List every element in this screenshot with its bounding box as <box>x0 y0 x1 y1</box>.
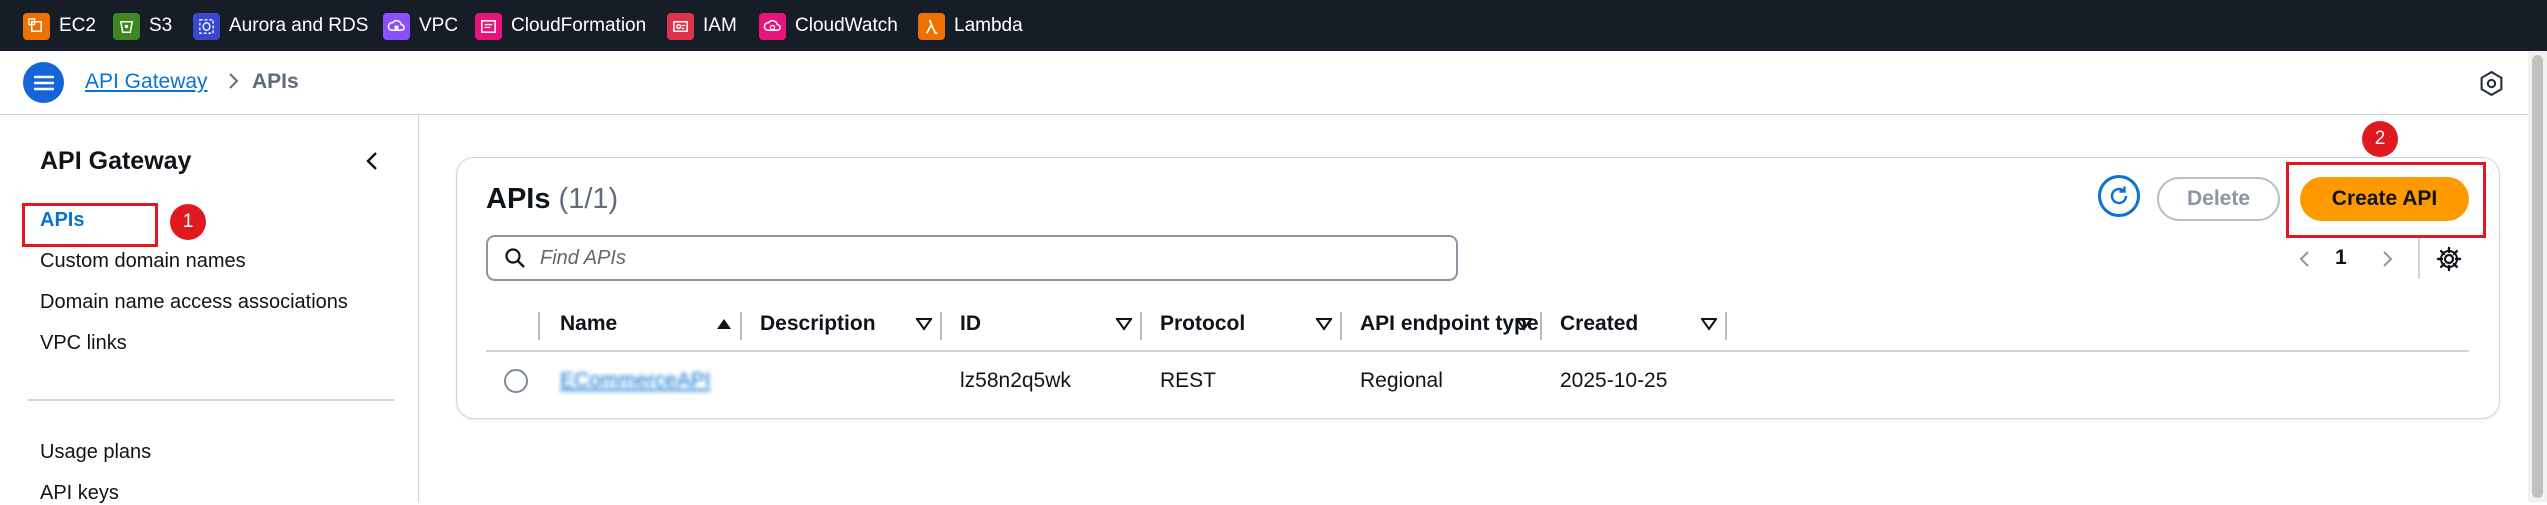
ec2-icon <box>23 12 50 40</box>
api-name-link[interactable]: ECommerceAPI <box>560 369 711 393</box>
service-label: VPC <box>419 15 459 36</box>
annotation-box-2 <box>2286 162 2486 238</box>
breadcrumb-api-gateway[interactable]: API Gateway <box>85 70 208 94</box>
column-header-name[interactable]: Name <box>560 298 617 350</box>
column-separator <box>1725 312 1727 340</box>
row-select-radio[interactable] <box>504 369 528 393</box>
collapse-sidebar-icon[interactable] <box>360 148 386 174</box>
table-count: (1/1) <box>558 183 619 215</box>
sidebar-item-domain-name-access-associations[interactable]: Domain name access associations <box>40 291 348 314</box>
iam-icon <box>667 12 694 40</box>
service-label: CloudFormation <box>511 15 647 36</box>
service-cloudwatch[interactable]: CloudWatch <box>759 12 898 40</box>
service-label: S3 <box>149 15 173 36</box>
service-label: Aurora and RDS <box>229 15 369 36</box>
gear-icon[interactable] <box>2436 246 2462 272</box>
s3-icon <box>113 12 140 40</box>
cell-created: 2025-10-25 <box>1560 369 1668 392</box>
sort-descending-icon[interactable] <box>916 317 932 331</box>
sort-descending-icon[interactable] <box>1316 317 1332 331</box>
cell-id: lz58n2q5wk <box>960 369 1071 392</box>
sidebar-title: API Gateway <box>40 147 192 175</box>
service-ec2[interactable]: EC2 <box>23 12 96 40</box>
sidebar-item-custom-domain-names[interactable]: Custom domain names <box>40 250 246 273</box>
delete-button[interactable]: Delete <box>2157 177 2280 221</box>
service-cloudformation[interactable]: CloudFormation <box>475 12 646 40</box>
annotation-marker-1: 1 <box>170 204 206 240</box>
service-s3[interactable]: S3 <box>113 12 172 40</box>
service-rds[interactable]: Aurora and RDS <box>193 12 368 40</box>
column-separator <box>538 312 540 340</box>
next-page-icon[interactable] <box>2377 248 2397 270</box>
page-scrollbar[interactable] <box>2528 51 2547 502</box>
annotation-box-1 <box>22 203 158 247</box>
service-label: CloudWatch <box>795 15 898 36</box>
scrollbar-thumb[interactable] <box>2532 55 2543 498</box>
column-separator <box>1540 312 1542 340</box>
pagination-divider <box>2418 237 2420 279</box>
column-header-created[interactable]: Created <box>1560 298 1638 350</box>
sort-descending-icon[interactable] <box>1116 317 1132 331</box>
cloudwatch-icon <box>759 12 786 40</box>
refresh-icon <box>2110 186 2128 205</box>
table-title: APIs (1/1) <box>486 183 618 216</box>
service-lambda[interactable]: Lambda <box>918 12 1023 40</box>
search-input[interactable] <box>538 245 1442 271</box>
sort-descending-icon[interactable] <box>1516 317 1532 331</box>
rds-icon <box>193 12 220 40</box>
annotation-marker-2: 2 <box>2362 121 2398 157</box>
column-separator <box>1140 312 1142 340</box>
cloudformation-icon <box>475 12 502 40</box>
service-label: IAM <box>703 15 737 36</box>
sort-descending-icon[interactable] <box>1701 317 1717 331</box>
page-header: API Gateway APIs <box>0 51 2547 115</box>
service-label: Lambda <box>954 15 1023 36</box>
services-bar: EC2 S3 Aurora and RDS VPC CloudFormation… <box>0 0 2547 51</box>
search-box <box>486 235 1458 281</box>
sidebar-item-vpc-links[interactable]: VPC links <box>40 332 127 355</box>
table-row[interactable]: ECommerceAPI lz58n2q5wk REST Regional 20… <box>486 352 2469 410</box>
service-label: EC2 <box>59 15 96 36</box>
cell-endpoint-type: Regional <box>1360 369 1443 392</box>
column-separator <box>740 312 742 340</box>
service-iam[interactable]: IAM <box>667 12 737 40</box>
menu-button[interactable] <box>23 62 64 103</box>
apis-table-container: APIs (1/1) Delete Create API 1 Name Desc… <box>456 157 2500 419</box>
sidebar-item-usage-plans[interactable]: Usage plans <box>40 441 151 464</box>
breadcrumb-current: APIs <box>252 70 299 93</box>
column-header-endpoint-type[interactable]: API endpoint type <box>1360 298 1539 350</box>
table-header: Name Description ID Protocol API endpoin… <box>486 298 2469 352</box>
info-panel-icon[interactable] <box>2478 70 2505 97</box>
refresh-button[interactable] <box>2098 175 2140 217</box>
chevron-right-icon <box>229 73 239 89</box>
column-header-protocol[interactable]: Protocol <box>1160 298 1245 350</box>
cell-protocol: REST <box>1160 369 1217 392</box>
sidebar-divider <box>28 399 394 401</box>
vpc-icon <box>383 12 410 40</box>
sort-ascending-icon[interactable] <box>716 317 732 331</box>
column-separator <box>1340 312 1342 340</box>
table-title-text: APIs <box>486 183 551 215</box>
page-number[interactable]: 1 <box>2335 246 2347 270</box>
side-navigation: API Gateway APIs Custom domain names Dom… <box>0 115 419 504</box>
lambda-icon <box>918 12 945 40</box>
hamburger-icon <box>33 75 54 90</box>
column-header-id[interactable]: ID <box>960 298 981 350</box>
column-separator <box>940 312 942 340</box>
service-vpc[interactable]: VPC <box>383 12 458 40</box>
column-header-description[interactable]: Description <box>760 298 876 350</box>
previous-page-icon[interactable] <box>2295 248 2315 270</box>
search-icon <box>505 248 525 268</box>
